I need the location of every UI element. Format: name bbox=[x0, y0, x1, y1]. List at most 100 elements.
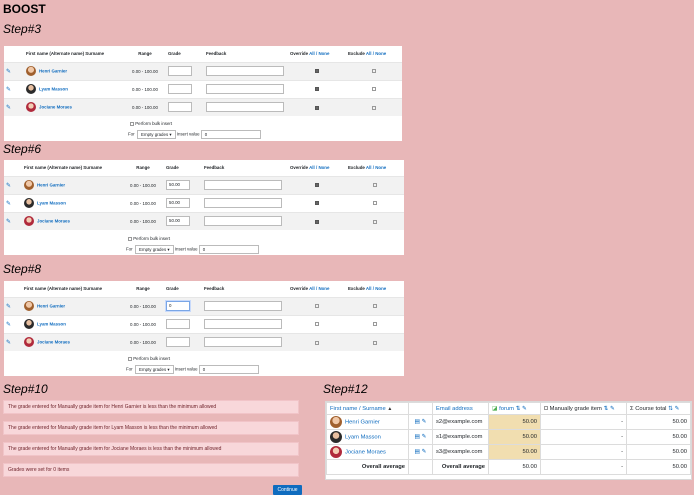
exclude-checkbox[interactable] bbox=[372, 87, 376, 92]
grade-cell[interactable]: 50.00 bbox=[488, 429, 541, 445]
exclude-none-link[interactable]: None bbox=[375, 286, 386, 291]
col-forum-header[interactable]: ◪ forum ⇅ ✎ bbox=[488, 402, 541, 415]
exclude-checkbox[interactable] bbox=[372, 69, 376, 74]
override-checkbox[interactable] bbox=[315, 340, 319, 345]
grades-select[interactable]: Empty grades ▾ bbox=[135, 245, 174, 254]
grade-cell[interactable]: 50.00 bbox=[626, 444, 691, 460]
edit-pencil-icon[interactable]: ✎ bbox=[422, 449, 427, 455]
override-none-link[interactable]: None bbox=[318, 51, 329, 56]
override-checkbox[interactable] bbox=[315, 219, 319, 224]
grade-input[interactable] bbox=[166, 337, 190, 348]
grade-cell[interactable]: - bbox=[540, 429, 627, 445]
bulk-insert-checkbox[interactable] bbox=[130, 121, 134, 126]
edit-pencil-icon[interactable]: ✎ bbox=[6, 339, 11, 346]
user-link[interactable]: Lyam Masson bbox=[345, 435, 381, 441]
report-icon[interactable]: ▤ bbox=[415, 449, 420, 455]
edit-pencil-icon[interactable]: ✎ bbox=[675, 406, 680, 412]
user-link[interactable]: Jociane Moraes bbox=[37, 340, 70, 345]
grade-input[interactable] bbox=[168, 66, 192, 76]
grade-cell[interactable]: - bbox=[540, 414, 627, 430]
edit-pencil-icon[interactable]: ✎ bbox=[6, 182, 11, 189]
override-checkbox[interactable] bbox=[315, 304, 319, 309]
insert-value-input[interactable]: 0 bbox=[198, 245, 259, 254]
override-none-link[interactable]: None bbox=[318, 165, 329, 170]
override-all-link[interactable]: All bbox=[309, 51, 315, 56]
edit-pencil-icon[interactable]: ✎ bbox=[422, 434, 427, 440]
user-link[interactable]: Lyam Masson bbox=[39, 87, 68, 92]
exclude-checkbox[interactable] bbox=[373, 340, 377, 345]
edit-pencil-icon[interactable]: ✎ bbox=[6, 104, 11, 111]
override-checkbox[interactable] bbox=[315, 69, 319, 74]
col-manual-header[interactable]: Manually grade item ⇅ ✎ bbox=[540, 402, 627, 415]
grade-input[interactable] bbox=[168, 84, 192, 94]
edit-pencil-icon[interactable]: ✎ bbox=[422, 419, 427, 425]
report-icon[interactable]: ▤ bbox=[415, 419, 420, 425]
exclude-none-link[interactable]: None bbox=[375, 165, 386, 170]
sort-icon[interactable]: ⇅ bbox=[603, 406, 608, 412]
grade-cell[interactable]: 50.00 bbox=[626, 414, 691, 430]
user-link[interactable]: Jociane Moraes bbox=[37, 219, 70, 224]
user-link[interactable]: Henri Garnier bbox=[37, 183, 65, 188]
col-total-header[interactable]: Σ Course total ⇅ ✎ bbox=[626, 402, 691, 415]
exclude-checkbox[interactable] bbox=[372, 105, 376, 110]
edit-pencil-icon[interactable]: ✎ bbox=[6, 218, 11, 225]
exclude-all-link[interactable]: All bbox=[366, 51, 372, 56]
user-link[interactable]: Lyam Masson bbox=[37, 201, 66, 206]
feedback-input[interactable] bbox=[204, 301, 282, 311]
edit-pencil-icon[interactable]: ✎ bbox=[610, 406, 615, 412]
sort-icon[interactable]: ⇅ bbox=[516, 406, 521, 412]
exclude-none-link[interactable]: None bbox=[375, 51, 386, 56]
grade-cell[interactable]: 50.00 bbox=[488, 444, 541, 460]
grades-select[interactable]: Empty grades ▾ bbox=[137, 130, 176, 139]
feedback-input[interactable] bbox=[204, 180, 282, 190]
grade-input[interactable]: 0 bbox=[166, 301, 190, 311]
grade-input[interactable]: 50.00 bbox=[166, 216, 190, 227]
grades-select[interactable]: Empty grades ▾ bbox=[135, 365, 174, 374]
grade-cell[interactable]: - bbox=[540, 444, 627, 460]
feedback-input[interactable] bbox=[206, 66, 284, 76]
col-name-header[interactable]: First name / Surname ▲ bbox=[326, 402, 409, 415]
continue-button[interactable]: Continue bbox=[273, 485, 302, 495]
grade-input[interactable]: 50.00 bbox=[166, 180, 190, 190]
feedback-input[interactable] bbox=[204, 198, 282, 208]
exclude-checkbox[interactable] bbox=[373, 183, 377, 188]
grade-cell[interactable]: 50.00 bbox=[626, 429, 691, 445]
user-link[interactable]: Jociane Moraes bbox=[345, 450, 386, 456]
grade-input[interactable] bbox=[166, 319, 190, 329]
override-checkbox[interactable] bbox=[315, 201, 319, 206]
feedback-input[interactable] bbox=[206, 84, 284, 94]
sort-icon[interactable]: ⇅ bbox=[668, 406, 673, 412]
grade-cell[interactable]: 50.00 bbox=[488, 414, 541, 430]
override-checkbox[interactable] bbox=[315, 87, 319, 92]
user-link[interactable]: Jociane Moraes bbox=[39, 105, 72, 110]
edit-pencil-icon[interactable]: ✎ bbox=[6, 321, 11, 328]
edit-pencil-icon[interactable]: ✎ bbox=[6, 303, 11, 310]
feedback-input[interactable] bbox=[204, 216, 282, 227]
edit-pencil-icon[interactable]: ✎ bbox=[6, 86, 11, 93]
override-checkbox[interactable] bbox=[315, 322, 319, 327]
override-all-link[interactable]: All bbox=[309, 165, 315, 170]
user-link[interactable]: Henri Garnier bbox=[37, 304, 65, 309]
exclude-all-link[interactable]: All bbox=[366, 165, 372, 170]
exclude-checkbox[interactable] bbox=[373, 201, 377, 206]
exclude-checkbox[interactable] bbox=[373, 322, 377, 327]
edit-pencil-icon[interactable]: ✎ bbox=[6, 68, 11, 75]
feedback-input[interactable] bbox=[206, 102, 284, 113]
grade-input[interactable] bbox=[168, 102, 192, 113]
edit-pencil-icon[interactable]: ✎ bbox=[6, 200, 11, 207]
insert-value-input[interactable]: 0 bbox=[198, 365, 259, 374]
bulk-insert-checkbox[interactable] bbox=[128, 356, 132, 361]
edit-pencil-icon[interactable]: ✎ bbox=[522, 406, 527, 412]
override-checkbox[interactable] bbox=[315, 105, 319, 110]
override-all-link[interactable]: All bbox=[309, 286, 315, 291]
feedback-input[interactable] bbox=[204, 337, 282, 348]
bulk-insert-checkbox[interactable] bbox=[128, 236, 132, 241]
user-link[interactable]: Henri Garnier bbox=[345, 420, 380, 426]
grade-input[interactable]: 50.00 bbox=[166, 198, 190, 208]
override-none-link[interactable]: None bbox=[318, 286, 329, 291]
override-checkbox[interactable] bbox=[315, 183, 319, 188]
insert-value-input[interactable]: 0 bbox=[200, 130, 261, 139]
exclude-checkbox[interactable] bbox=[373, 219, 377, 224]
feedback-input[interactable] bbox=[204, 319, 282, 329]
col-email-header[interactable]: Email address bbox=[432, 402, 489, 415]
